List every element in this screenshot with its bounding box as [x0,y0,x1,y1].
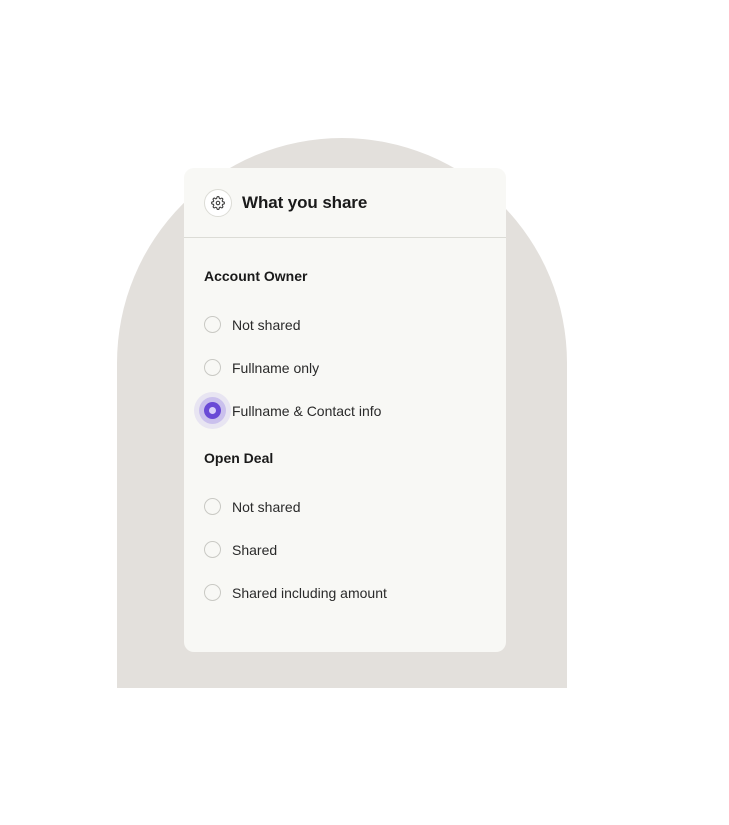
page: What you share Account Owner Not shared … [0,0,729,825]
radio-option-open-deal-not-shared[interactable]: Not shared [204,485,506,528]
account-owner-section: Account Owner Not shared Fullname only F… [184,238,506,432]
card-title: What you share [242,192,368,212]
section-title-open-deal: Open Deal [204,450,274,466]
radio-button[interactable] [204,498,221,515]
radio-label: Fullname only [232,359,320,376]
section-title-account-owner: Account Owner [204,268,308,284]
open-deal-section: Open Deal Not shared Shared Shared inclu… [184,432,506,614]
radio-option-open-deal-shared[interactable]: Shared [204,528,506,571]
radio-button[interactable] [204,316,221,333]
gear-icon [204,188,232,217]
radio-label: Shared including amount [232,584,387,601]
radio-button-selected[interactable] [204,402,221,419]
radio-group-account-owner: Not shared Fullname only Fullname & Cont… [204,303,506,432]
radio-group-open-deal: Not shared Shared Shared including amoun… [204,485,506,614]
radio-label: Fullname & Contact info [232,402,382,419]
share-settings-card: What you share Account Owner Not shared … [184,168,506,652]
radio-option-account-owner-fullname-only[interactable]: Fullname only [204,346,506,389]
radio-option-account-owner-fullname-contact[interactable]: Fullname & Contact info [204,389,506,432]
radio-label: Not shared [232,316,301,333]
radio-button[interactable] [204,541,221,558]
card-header: What you share [184,168,506,238]
radio-option-account-owner-not-shared[interactable]: Not shared [204,303,506,346]
radio-label: Not shared [232,498,301,515]
radio-label: Shared [232,541,278,558]
radio-button[interactable] [204,359,221,376]
radio-option-open-deal-shared-including-amount[interactable]: Shared including amount [204,571,506,614]
radio-button[interactable] [204,584,221,601]
